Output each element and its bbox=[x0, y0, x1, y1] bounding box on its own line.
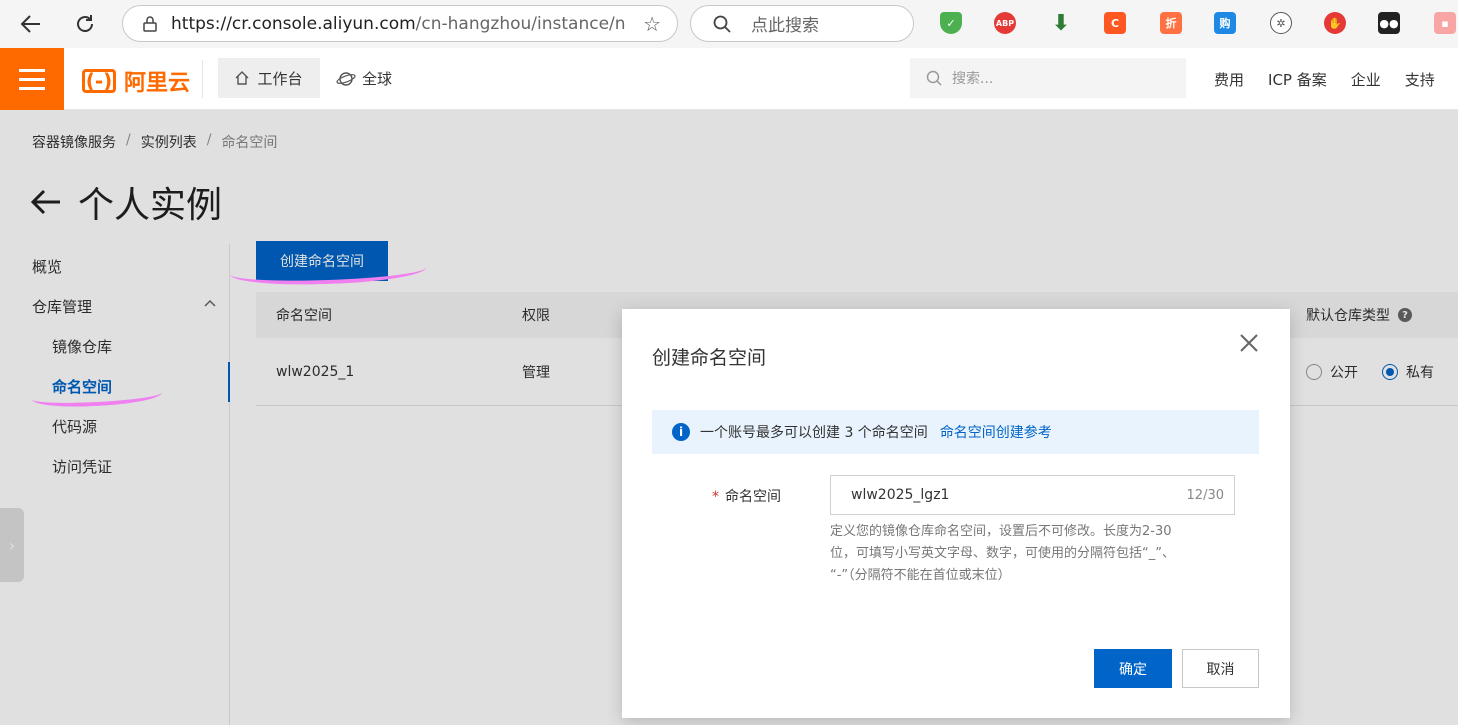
stop-hand-extension-icon[interactable]: ✋ bbox=[1324, 12, 1346, 34]
browser-search-box[interactable]: 点此搜索 bbox=[690, 5, 914, 42]
glasses-extension-icon[interactable]: ●● bbox=[1378, 12, 1400, 34]
browser-toolbar: https://cr.console.aliyun.com/cn-hangzho… bbox=[0, 0, 1458, 48]
search-icon bbox=[713, 15, 731, 33]
info-icon: i bbox=[672, 423, 690, 441]
bookmark-star-icon[interactable]: ☆ bbox=[643, 12, 661, 36]
help-line-3: “-”（分隔符不能在首位或末位） bbox=[830, 568, 1011, 583]
console-top-nav: (-) 阿里云 工作台 全球 搜索... 费用 ICP 备案 企业 支持 bbox=[0, 48, 1458, 110]
discount-extension-icon[interactable]: 折 bbox=[1160, 12, 1182, 34]
region-selector[interactable]: 全球 bbox=[336, 68, 392, 89]
download-arrow-extension-icon[interactable]: ⬇ bbox=[1050, 11, 1072, 36]
address-bar[interactable]: https://cr.console.aliyun.com/cn-hangzho… bbox=[122, 5, 678, 42]
lock-icon bbox=[143, 15, 157, 32]
browser-search-placeholder: 点此搜索 bbox=[751, 16, 819, 36]
console-search-placeholder: 搜索... bbox=[952, 71, 994, 87]
pink-extension-icon[interactable]: ▪ bbox=[1434, 12, 1456, 34]
namespace-help-text: 定义您的镜像仓库命名空间，设置后不可修改。长度为2-30 位，可填写小写英文字母… bbox=[830, 521, 1230, 587]
home-icon bbox=[235, 71, 249, 85]
aliyun-logo[interactable]: (-) 阿里云 bbox=[82, 65, 190, 97]
cancel-button[interactable]: 取消 bbox=[1182, 649, 1259, 688]
top-link-icp[interactable]: ICP 备案 bbox=[1268, 69, 1327, 90]
notice-link[interactable]: 命名空间创建参考 bbox=[940, 422, 1052, 442]
dialog-title: 创建命名空间 bbox=[652, 347, 767, 369]
namespace-field-label: * 命名空间 bbox=[712, 486, 781, 506]
logo-text: 阿里云 bbox=[124, 71, 191, 96]
url-text: https://cr.console.aliyun.com/cn-hangzho… bbox=[171, 13, 627, 34]
help-line-1: 定义您的镜像仓库命名空间，设置后不可修改。长度为2-30 bbox=[830, 524, 1172, 539]
back-arrow-icon[interactable] bbox=[14, 7, 48, 41]
search-icon bbox=[926, 70, 942, 86]
console-search-input[interactable]: 搜索... bbox=[910, 58, 1186, 98]
confirm-button[interactable]: 确定 bbox=[1094, 649, 1172, 688]
region-label: 全球 bbox=[362, 70, 393, 88]
nav-divider bbox=[202, 60, 203, 98]
logo-mark: (-) bbox=[82, 69, 116, 93]
workbench-button[interactable]: 工作台 bbox=[218, 58, 320, 98]
top-links: 费用 ICP 备案 企业 支持 bbox=[1214, 69, 1435, 90]
required-asterisk: * bbox=[712, 489, 719, 505]
namespace-input[interactable]: 12/30 bbox=[830, 475, 1235, 515]
namespace-input-field[interactable] bbox=[851, 487, 1171, 503]
c-extension-icon[interactable]: C bbox=[1104, 12, 1126, 34]
help-line-2: 位，可填写小写英文字母、数字，可使用的分隔符包括“_”、 bbox=[830, 546, 1175, 561]
adblock-extension-icon[interactable]: ABP bbox=[994, 12, 1016, 34]
workbench-label: 工作台 bbox=[257, 69, 303, 88]
top-link-enterprise[interactable]: 企业 bbox=[1351, 69, 1381, 90]
notice-text: 一个账号最多可以创建 3 个命名空间 bbox=[700, 425, 928, 441]
reload-icon[interactable] bbox=[68, 7, 102, 41]
namespace-field-label-text: 命名空间 bbox=[725, 489, 781, 505]
sunflower-extension-icon[interactable]: ✲ bbox=[1270, 12, 1292, 34]
globe-icon bbox=[336, 71, 356, 86]
top-link-support[interactable]: 支持 bbox=[1405, 69, 1435, 90]
hamburger-menu-icon[interactable] bbox=[0, 48, 64, 110]
close-icon[interactable] bbox=[1238, 331, 1260, 359]
top-link-billing[interactable]: 费用 bbox=[1214, 69, 1244, 90]
char-counter: 12/30 bbox=[1186, 488, 1224, 503]
create-namespace-dialog: 创建命名空间 i 一个账号最多可以创建 3 个命名空间 命名空间创建参考 * 命名… bbox=[622, 309, 1290, 718]
shopping-extension-icon[interactable]: 购 bbox=[1214, 12, 1236, 34]
info-notice: i 一个账号最多可以创建 3 个命名空间 命名空间创建参考 bbox=[652, 410, 1259, 454]
shield-extension-icon[interactable]: ✓ bbox=[940, 12, 962, 34]
